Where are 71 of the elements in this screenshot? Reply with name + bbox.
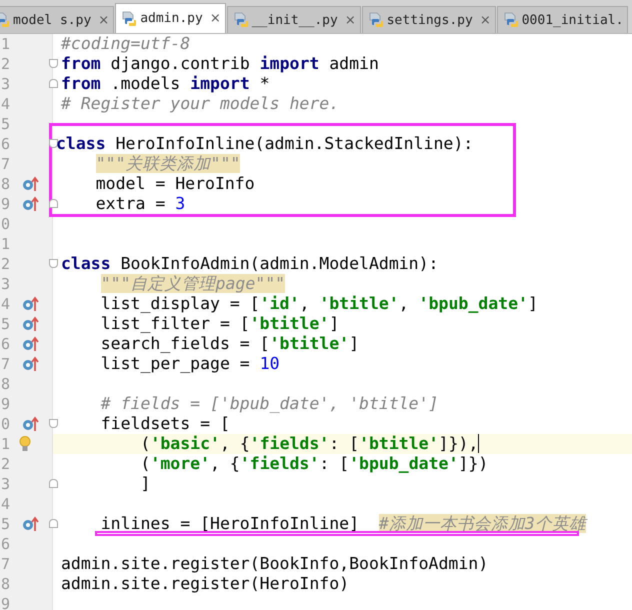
lightbulb-icon[interactable]	[18, 435, 32, 453]
code-line: list_display = ['id', 'btitle', 'bpub_date']	[100, 294, 538, 313]
code-line: # Register your models here.	[61, 94, 340, 113]
code-line: #coding=utf-8	[61, 34, 190, 53]
line-number: 3	[0, 474, 12, 494]
code-line: extra = 3	[94, 194, 186, 213]
python-file-icon	[121, 10, 138, 26]
line-number: 4	[0, 494, 12, 514]
code-line: model = HeroInfo	[94, 174, 255, 193]
code-line: from django.contrib import admin	[61, 54, 379, 73]
line-number: 1	[0, 234, 12, 254]
code-line: ('more', {'fields': ['bpub_date']})	[139, 454, 488, 473]
line-number: 6	[0, 134, 12, 154]
line-number: 4	[0, 94, 12, 114]
python-file-icon	[502, 12, 519, 28]
override-marker-icon[interactable]	[22, 336, 40, 352]
line-number: 0	[0, 414, 12, 434]
code-line: search_fields = ['btitle']	[100, 334, 360, 353]
line-number: 5	[0, 314, 12, 334]
line-number: 8	[0, 574, 12, 594]
file-tab[interactable]: settings.py ×	[362, 6, 496, 33]
line-number: 0	[0, 214, 12, 234]
fold-icon[interactable]	[49, 139, 58, 148]
close-icon[interactable]: ×	[210, 11, 221, 26]
line-number: 9	[0, 394, 12, 414]
override-marker-icon[interactable]	[22, 516, 40, 532]
code-line: admin.site.register(BookInfo,BookInfoAdmin)	[61, 554, 488, 573]
file-tab[interactable]: model s.py ×	[0, 6, 114, 33]
code-line: fieldsets = [	[100, 414, 230, 433]
line-number: 2	[0, 254, 12, 274]
line-number: 2	[0, 54, 12, 74]
line-number: 1	[0, 434, 12, 454]
close-icon[interactable]: ×	[344, 12, 356, 28]
file-tab[interactable]: admin.py ×	[115, 3, 226, 33]
line-number: 9	[0, 194, 12, 214]
line-number: 7	[0, 554, 12, 574]
file-tab[interactable]: 0001_initial.	[496, 6, 628, 33]
line-number: 8	[0, 374, 12, 394]
line-number: 3	[0, 74, 12, 94]
code-line: # fields = ['bpub_date', 'btitle']	[100, 394, 438, 413]
line-number: 3	[0, 274, 12, 294]
code-line: class HeroInfoInline(admin.StackedInline):	[56, 134, 474, 153]
code-line: list_filter = ['btitle']	[100, 314, 340, 333]
close-icon[interactable]: ×	[98, 12, 110, 28]
line-number: 6	[0, 334, 12, 354]
line-number: 8	[0, 174, 12, 194]
override-marker-icon[interactable]	[22, 416, 40, 432]
file-tab[interactable]: __init__.py ×	[226, 6, 361, 33]
line-number: 9	[0, 594, 12, 610]
close-icon[interactable]: ×	[480, 12, 491, 28]
code-line: admin.site.register(HeroInfo)	[61, 574, 350, 593]
line-number: 6	[0, 534, 12, 554]
code-line: from .models import *	[61, 74, 270, 93]
override-marker-icon[interactable]	[22, 316, 40, 332]
python-file-icon	[368, 12, 384, 28]
line-number: 5	[0, 514, 12, 534]
override-marker-icon[interactable]	[22, 196, 40, 212]
override-marker-icon[interactable]	[22, 296, 40, 312]
override-marker-icon[interactable]	[22, 176, 40, 192]
code-line: class BookInfoAdmin(admin.ModelAdmin):	[61, 254, 438, 273]
code-line: ]	[139, 474, 150, 493]
line-number: 2	[0, 454, 12, 474]
python-file-icon	[232, 12, 249, 28]
override-marker-icon[interactable]	[22, 356, 40, 372]
line-number: 4	[0, 294, 12, 314]
code-line: list_per_page = 10	[100, 354, 280, 373]
line-number: 5	[0, 114, 12, 134]
line-number: 7	[0, 154, 12, 174]
line-number: 1	[0, 34, 12, 54]
code-line: ('basic', {'fields': ['btitle']}),	[61, 434, 480, 453]
line-number: 7	[0, 354, 12, 374]
